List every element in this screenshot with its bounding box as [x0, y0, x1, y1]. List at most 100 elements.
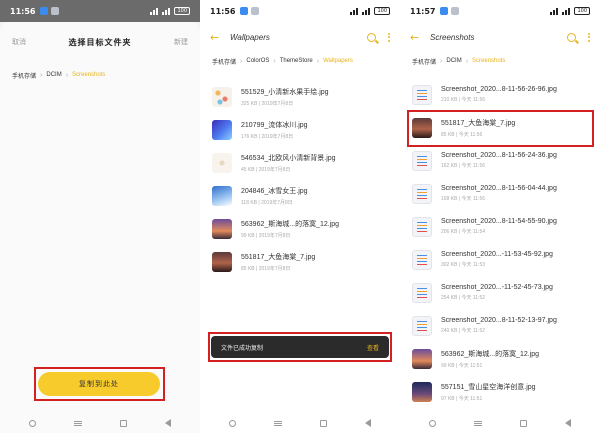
cancel-button[interactable]: 取消: [12, 37, 26, 47]
notification-icon: [40, 7, 49, 15]
highlight-box: [208, 332, 392, 362]
notification-icon: [451, 7, 460, 15]
breadcrumb-current: Screenshots: [472, 58, 506, 64]
more-icon[interactable]: [388, 32, 390, 42]
system-nav-bar: [400, 413, 600, 433]
breadcrumb-item[interactable]: ColorOS: [246, 58, 269, 64]
menu-icon[interactable]: [474, 420, 482, 426]
image-thumbnail: [412, 348, 432, 369]
breadcrumb-item[interactable]: 手机存储: [12, 71, 36, 80]
assistant-icon[interactable]: [29, 419, 36, 427]
status-bar: 11:56 100: [0, 0, 200, 22]
list-item[interactable]: 563962_斯海城...的落寞_12.jpg 99 KB | 2019年7月8日: [200, 212, 400, 245]
search-icon[interactable]: [567, 32, 576, 42]
highlight-box: [34, 367, 165, 401]
file-meta: 210 KB | 今天 11:56: [441, 97, 486, 103]
file-meta: 325 KB | 2019年7月8日: [241, 100, 294, 107]
screenshot-thumbnail: [412, 216, 432, 237]
back-icon[interactable]: [365, 419, 371, 427]
signal-icon: [162, 7, 171, 15]
screenshot-thumbnail: [412, 84, 432, 105]
chevron-right-icon: ›: [465, 57, 469, 65]
file-meta: 254 KB | 今天 11:52: [441, 295, 486, 301]
file-meta: 85 KB | 2019年7月8日: [241, 265, 291, 272]
breadcrumb-item[interactable]: DCIM: [446, 58, 461, 64]
file-meta: 206 KB | 今天 11:54: [441, 229, 486, 235]
assistant-icon[interactable]: [429, 419, 436, 427]
sheet-title: 选择目标文件夹: [68, 37, 132, 47]
file-name: Screenshot_2020...-11-53-45-92.jpg: [441, 251, 553, 258]
list-item[interactable]: 210799_流体冰川.jpg 176 KB | 2019年7月8日: [200, 113, 400, 146]
back-icon[interactable]: [165, 419, 171, 427]
search-icon[interactable]: [367, 32, 376, 42]
file-meta: 176 KB | 2019年7月8日: [241, 133, 294, 140]
file-name: Screenshot_2020...-11-52-45-73.jpg: [441, 284, 553, 291]
file-meta: 162 KB | 今天 11:56: [441, 163, 486, 169]
status-bar: 11:57 100: [400, 0, 600, 22]
new-folder-button[interactable]: 新建: [174, 37, 188, 47]
more-icon[interactable]: [588, 32, 590, 42]
image-thumbnail: [412, 381, 432, 402]
breadcrumb: 手机存储 › DCIM › Screenshots: [400, 54, 600, 68]
signal-icon: [562, 7, 571, 15]
wallpapers-screen: 11:56 100 ← Wallpapers 手机存储 › ColorOS › …: [200, 0, 400, 433]
list-item[interactable]: Screenshot_2020...8-11-52-13-97.jpg 240 K…: [400, 309, 600, 342]
signal-icon: [550, 7, 559, 15]
file-name: 551529_小清新水果手绘.jpg: [241, 88, 329, 96]
status-time: 11:56: [210, 6, 236, 16]
menu-icon[interactable]: [274, 420, 282, 426]
home-icon[interactable]: [120, 419, 127, 427]
menu-icon[interactable]: [74, 420, 82, 426]
back-arrow-icon[interactable]: ←: [410, 31, 426, 44]
list-item[interactable]: Screenshot_2020...8-11-54-55-90.jpg 206 K…: [400, 210, 600, 243]
list-item[interactable]: 557151_雪山星空海洋创意.jpg 97 KB | 今天 11:51: [400, 375, 600, 408]
list-item[interactable]: Screenshot_2020...8-11-56-26-96.jpg 210 K…: [400, 78, 600, 111]
breadcrumb-item[interactable]: ThemeStore: [280, 58, 313, 64]
list-item[interactable]: 204846_冰雪女王.jpg 118 KB | 2019年7月8日: [200, 179, 400, 212]
file-name: Screenshot_2020...8-11-54-55-90.jpg: [441, 218, 557, 225]
breadcrumb-current: Wallpapers: [323, 58, 353, 64]
list-item[interactable]: Screenshot_2020...-11-52-45-73.jpg 254 KB…: [400, 276, 600, 309]
screenshots-screen: 11:57 100 ← Screenshots 手机存储 › DCIM › Sc…: [400, 0, 600, 433]
battery-icon: 100: [374, 7, 390, 15]
chevron-right-icon: ›: [316, 57, 320, 65]
back-arrow-icon[interactable]: ←: [210, 31, 226, 44]
folder-title: Screenshots: [430, 32, 475, 42]
file-name: 210799_流体冰川.jpg: [241, 121, 308, 129]
file-meta: 97 KB | 今天 11:51: [441, 395, 483, 402]
home-icon[interactable]: [520, 419, 527, 427]
file-list: 551529_小清新水果手绘.jpg 325 KB | 2019年7月8日 210…: [200, 80, 400, 278]
signal-icon: [150, 7, 159, 15]
folder-title: Wallpapers: [230, 32, 270, 42]
list-item[interactable]: Screenshot_2020...-11-53-45-92.jpg 302 KB…: [400, 243, 600, 276]
home-icon[interactable]: [320, 419, 327, 427]
list-item[interactable]: 551529_小清新水果手绘.jpg 325 KB | 2019年7月8日: [200, 80, 400, 113]
screenshot-thumbnail: [412, 315, 432, 336]
file-name: 557151_雪山星空海洋创意.jpg: [441, 383, 536, 391]
image-thumbnail: [212, 119, 232, 140]
list-item[interactable]: Screenshot_2020...8-11-56-24-36.jpg 162 K…: [400, 144, 600, 177]
screenshot-thumbnail: [412, 249, 432, 270]
assistant-icon[interactable]: [229, 419, 236, 427]
list-item[interactable]: 563962_斯海城...的落寞_12.jpg 99 KB | 今天 11:51: [400, 342, 600, 375]
file-meta: 168 KB | 今天 11:56: [441, 196, 486, 202]
back-icon[interactable]: [565, 419, 571, 427]
file-name: 551817_大鱼海棠_7.jpg: [241, 253, 316, 261]
notification-icon: [240, 7, 249, 15]
chevron-right-icon: ›: [40, 71, 43, 79]
image-thumbnail: [212, 152, 232, 173]
breadcrumb-item[interactable]: 手机存储: [212, 57, 236, 66]
screenshot-thumbnail: [412, 183, 432, 204]
breadcrumb-current: Screenshots: [72, 72, 106, 78]
list-item[interactable]: 551817_大鱼海棠_7.jpg 85 KB | 2019年7月8日: [200, 245, 400, 278]
app-header: ← Screenshots: [400, 22, 600, 52]
status-time: 11:57: [410, 6, 436, 16]
notification-icon: [440, 7, 449, 15]
list-item[interactable]: Screenshot_2020...8-11-56-04-44.jpg 168 K…: [400, 177, 600, 210]
breadcrumb-item[interactable]: DCIM: [46, 72, 61, 78]
file-name: 204846_冰雪女王.jpg: [241, 187, 308, 195]
list-item[interactable]: 546534_北欧风小清新背景.jpg 45 KB | 2019年7月8日: [200, 146, 400, 179]
dimmed-background: 11:56 100: [0, 0, 200, 22]
breadcrumb-item[interactable]: 手机存储: [412, 57, 436, 66]
file-name: 546534_北欧风小清新背景.jpg: [241, 154, 336, 162]
